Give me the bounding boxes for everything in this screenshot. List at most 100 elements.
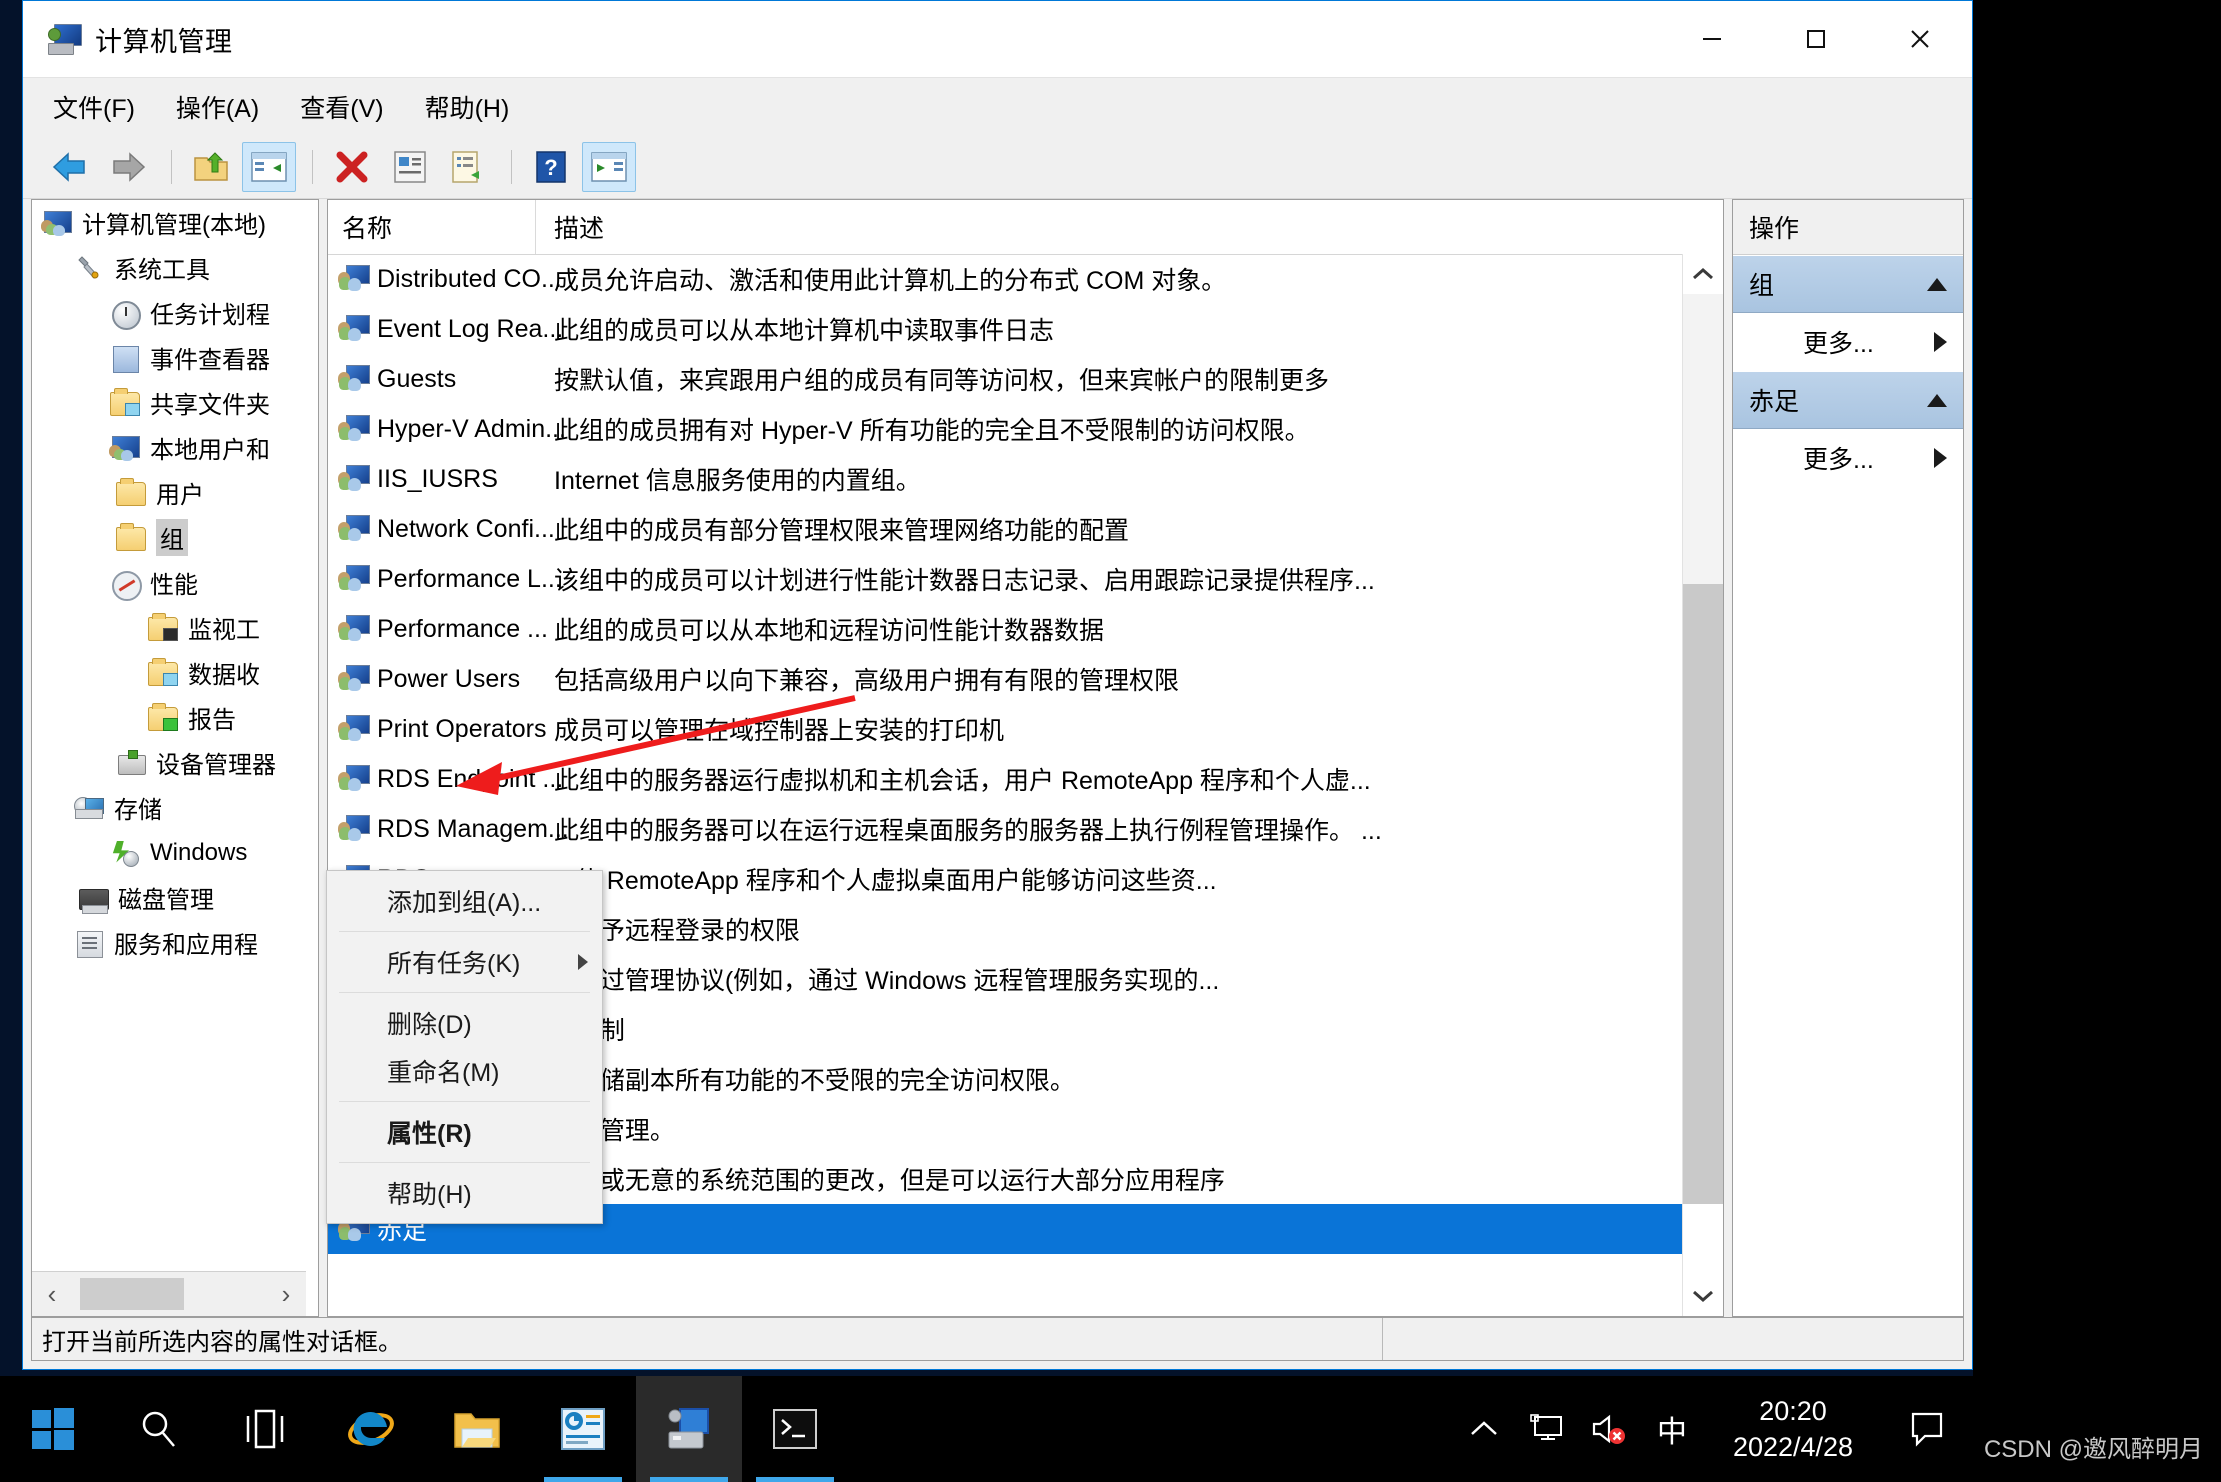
help-icon[interactable]: ? <box>524 142 578 192</box>
tree-item-label: 服务和应用程 <box>114 932 258 959</box>
context-menu-item-properties[interactable]: 属性(R) <box>327 1108 602 1156</box>
actions-group-header-chizu[interactable]: 赤足 <box>1733 371 1963 429</box>
tree-item-storage[interactable]: 存储 <box>32 785 306 830</box>
table-row[interactable]: Guests 按默认值，来宾跟用户组的成员有同等访问权，但来宾帐户的限制更多 <box>328 354 1683 404</box>
tree-item-windows-server-backup[interactable]: Windows <box>32 830 306 875</box>
scroll-down-icon[interactable] <box>1683 1276 1723 1316</box>
scroll-up-icon[interactable] <box>1683 254 1723 294</box>
properties-icon[interactable] <box>383 142 437 192</box>
task-view-icon[interactable] <box>212 1376 318 1482</box>
menu-action[interactable]: 操作(A) <box>172 85 263 129</box>
tree-item-data-collector-sets[interactable]: 数据收 <box>32 650 306 695</box>
clock[interactable]: 20:20 2022/4/28 <box>1705 1376 1881 1482</box>
minimize-button[interactable] <box>1660 1 1764 77</box>
row-name-text: Guests <box>377 364 457 393</box>
triangle-right-icon[interactable] <box>1934 332 1947 352</box>
tree-item-users[interactable]: 用户 <box>32 470 306 515</box>
menu-help[interactable]: 帮助(H) <box>421 85 514 129</box>
tree-item-groups[interactable]: 组 <box>32 515 306 560</box>
tree-item-device-manager[interactable]: 设备管理器 <box>32 740 306 785</box>
row-description: 该组中的成员可以计划进行性能计数器日志记录、启用跟踪记录提供程序... <box>554 567 1375 595</box>
show-action-pane-icon[interactable] <box>582 141 636 192</box>
table-row[interactable]: RDS Managem... 此组中的服务器可以在运行远程桌面服务的服务器上执行… <box>328 804 1683 854</box>
tree-item-event-viewer[interactable]: 事件查看器 <box>32 335 306 380</box>
triangle-right-icon[interactable] <box>1934 448 1947 468</box>
computer-management-icon[interactable] <box>636 1376 742 1482</box>
context-menu-item-delete[interactable]: 删除(D) <box>327 999 602 1047</box>
triangle-up-icon[interactable] <box>1927 393 1947 407</box>
scroll-right-icon[interactable]: › <box>266 1272 306 1316</box>
tree-item-shared-folders[interactable]: 共享文件夹 <box>32 380 306 425</box>
tree-horizontal-scrollbar[interactable]: ‹ › <box>32 1271 306 1316</box>
action-center-icon[interactable] <box>1881 1376 1973 1482</box>
actions-group-header-groups[interactable]: 组 <box>1733 255 1963 313</box>
tree-item-local-users-groups[interactable]: 本地用户和 <box>32 425 306 470</box>
group-icon <box>338 565 370 593</box>
scroll-thumb[interactable] <box>1683 584 1723 1204</box>
context-menu-separator <box>339 1162 590 1163</box>
console-tree-pane: 计算机管理(本地) 系统工具 任务计划程 事件查看器 共享文件夹 本地用户和 用… <box>31 199 319 1317</box>
tree-item-services-and-applications[interactable]: 服务和应用程 <box>32 920 306 965</box>
table-row[interactable]: IIS_IUSRS Internet 信息服务使用的内置组。 <box>328 454 1683 504</box>
tree-item-label: 报告 <box>188 707 236 734</box>
actions-item-more-groups[interactable]: 更多... <box>1733 313 1963 371</box>
tree-item-monitoring-tools[interactable]: 监视工 <box>32 605 306 650</box>
group-icon <box>338 765 370 793</box>
command-prompt-icon[interactable] <box>742 1376 848 1482</box>
scroll-left-icon[interactable]: ‹ <box>32 1272 72 1316</box>
taskbar: 中 20:20 2022/4/28 <box>0 1376 1973 1482</box>
tree-item-label: 系统工具 <box>114 257 210 284</box>
tree-item-system-tools[interactable]: 系统工具 <box>32 245 306 290</box>
back-icon[interactable] <box>43 142 97 192</box>
tree-item-disk-management[interactable]: 磁盘管理 <box>32 875 306 920</box>
table-row[interactable]: Power Users 包括高级用户以向下兼容，高级用户拥有有限的管理权限 <box>328 654 1683 704</box>
tree-item-performance[interactable]: 性能 <box>32 560 306 605</box>
list-vertical-scrollbar[interactable] <box>1682 254 1723 1316</box>
actions-item-more-chizu[interactable]: 更多... <box>1733 429 1963 487</box>
tree-item-reports[interactable]: 报告 <box>32 695 306 740</box>
search-icon[interactable] <box>106 1376 212 1482</box>
table-row[interactable]: Distributed CO... 成员允许启动、激活和使用此计算机上的分布式 … <box>328 254 1683 304</box>
context-menu-item-help[interactable]: 帮助(H) <box>327 1169 602 1217</box>
tree-item-root[interactable]: 计算机管理(本地) <box>32 200 306 245</box>
services-icon <box>72 929 106 958</box>
maximize-button[interactable] <box>1764 1 1868 77</box>
table-row[interactable]: RDS Endpoint ... 此组中的服务器运行虚拟机和主机会话，用户 Re… <box>328 754 1683 804</box>
file-explorer-icon[interactable] <box>424 1376 530 1482</box>
table-row[interactable]: Hyper-V Admin... 此组的成员拥有对 Hyper-V 所有功能的完… <box>328 404 1683 454</box>
storage-icon <box>72 794 106 822</box>
windows-start-icon[interactable] <box>0 1376 106 1482</box>
list-header: 名称 描述 <box>328 200 1723 255</box>
triangle-up-icon[interactable] <box>1927 277 1947 291</box>
volume-muted-icon[interactable] <box>1577 1376 1639 1482</box>
table-row[interactable]: Event Log Rea... 此组的成员可以从本地计算机中读取事件日志 <box>328 304 1683 354</box>
column-header-description[interactable]: 描述 <box>536 200 1723 254</box>
menu-file[interactable]: 文件(F) <box>49 85 139 129</box>
context-menu-item-rename[interactable]: 重命名(M) <box>327 1047 602 1095</box>
forward-icon[interactable] <box>101 142 155 192</box>
context-menu-item-all-tasks[interactable]: 所有任务(K) <box>327 938 602 986</box>
scroll-track[interactable] <box>1683 294 1723 584</box>
show-hidden-icons-icon[interactable] <box>1453 1376 1515 1482</box>
server-manager-icon[interactable] <box>530 1376 636 1482</box>
table-row[interactable]: Network Confi... 此组中的成员有部分管理权限来管理网络功能的配置 <box>328 504 1683 554</box>
column-header-name[interactable]: 名称 <box>328 200 536 254</box>
menu-view[interactable]: 查看(V) <box>296 85 387 129</box>
row-description: 此组中的服务器运行虚拟机和主机会话，用户 RemoteApp 程序和个人虚... <box>554 767 1371 795</box>
group-icon <box>338 315 370 343</box>
table-row[interactable]: Performance ... 此组的成员可以从本地和远程访问性能计数器数据 <box>328 604 1683 654</box>
show-hide-tree-icon[interactable] <box>242 141 296 192</box>
export-list-icon[interactable] <box>441 142 495 192</box>
up-folder-icon[interactable] <box>184 142 238 192</box>
table-row[interactable]: Performance L... 该组中的成员可以计划进行性能计数器日志记录、启… <box>328 554 1683 604</box>
scroll-thumb[interactable] <box>80 1278 184 1310</box>
internet-explorer-icon[interactable] <box>318 1376 424 1482</box>
table-row[interactable]: Print Operators 成员可以管理在域控制器上安装的打印机 <box>328 704 1683 754</box>
delete-icon[interactable] <box>325 142 379 192</box>
clock-date: 2022/4/28 <box>1732 1432 1854 1462</box>
network-icon[interactable] <box>1515 1376 1577 1482</box>
context-menu-item-add-to-group[interactable]: 添加到组(A)... <box>327 877 602 925</box>
close-button[interactable] <box>1868 1 1972 77</box>
ime-indicator[interactable]: 中 <box>1639 1376 1705 1482</box>
tree-item-task-scheduler[interactable]: 任务计划程 <box>32 290 306 335</box>
